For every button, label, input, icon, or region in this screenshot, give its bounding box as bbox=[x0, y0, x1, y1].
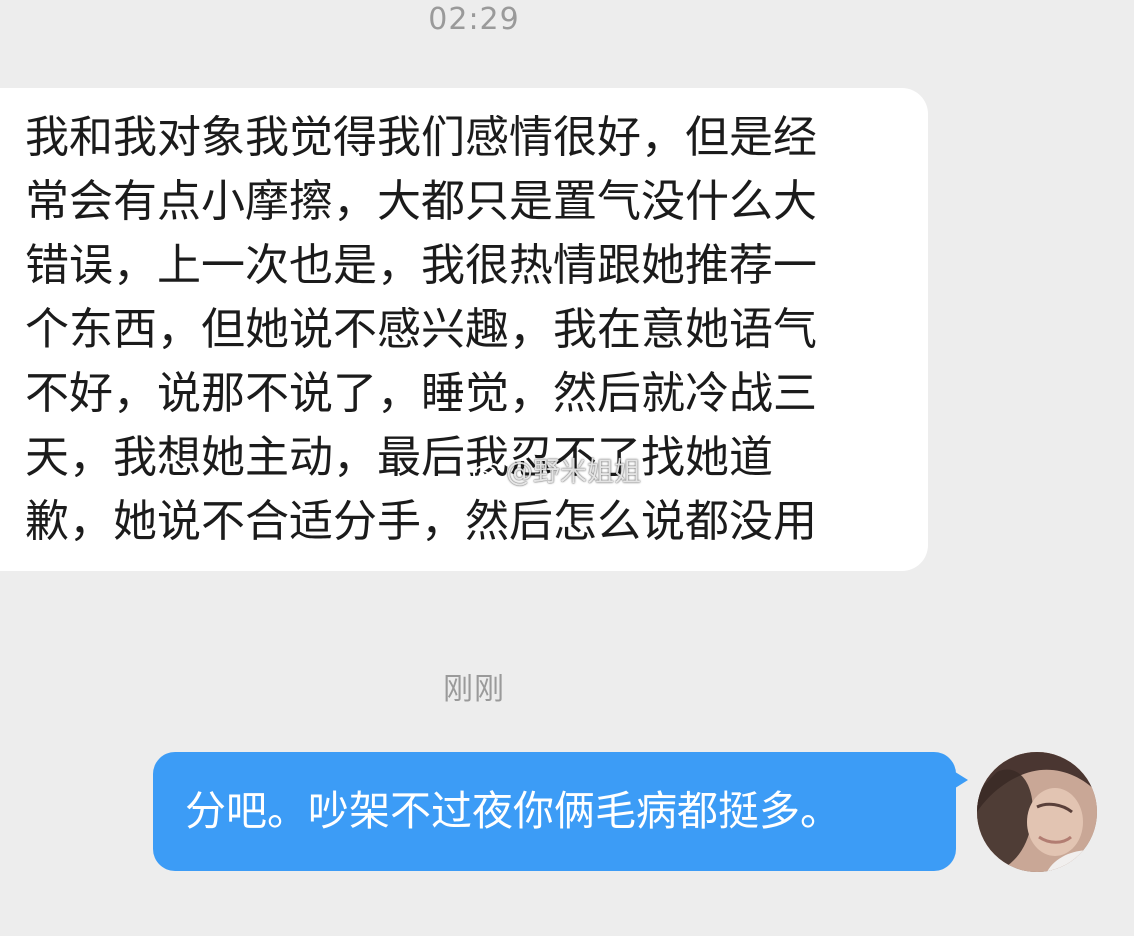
message-line: 不好，说那不说了，睡觉，然后就冷战三 bbox=[25, 368, 817, 419]
message-line: 错误，上一次也是，我很热情跟她推荐一 bbox=[25, 240, 817, 291]
incoming-message-bubble[interactable]: 我和我对象我觉得我们感情很好，但是经 常会有点小摩擦，大都只是置气没什么大 错误… bbox=[0, 88, 928, 571]
message-line: 我和我对象我觉得我们感情很好，但是经 bbox=[25, 112, 817, 163]
watermark: @野米姐姐 bbox=[472, 450, 641, 489]
timestamp: 刚刚 bbox=[443, 672, 505, 707]
avatar[interactable] bbox=[977, 752, 1097, 872]
timestamp: 02:29 bbox=[428, 2, 520, 37]
avatar-photo-icon bbox=[977, 752, 1097, 872]
weibo-icon bbox=[473, 463, 500, 483]
message-line: 个东西，但她说不感兴趣，我在意她语气 bbox=[25, 304, 817, 355]
outgoing-message-bubble[interactable]: 分吧。吵架不过夜你俩毛病都挺多。 bbox=[153, 752, 968, 871]
message-line: 天，我想她主动，最后我忍不了找她道 bbox=[25, 432, 773, 483]
message-line: 歉，她说不合适分手，然后怎么说都没用 bbox=[25, 496, 817, 547]
message-line: 常会有点小摩擦，大都只是置气没什么大 bbox=[25, 176, 817, 227]
outgoing-message-text: 分吧。吵架不过夜你俩毛病都挺多。 bbox=[185, 787, 841, 835]
watermark-text: @野米姐姐 bbox=[506, 457, 641, 488]
